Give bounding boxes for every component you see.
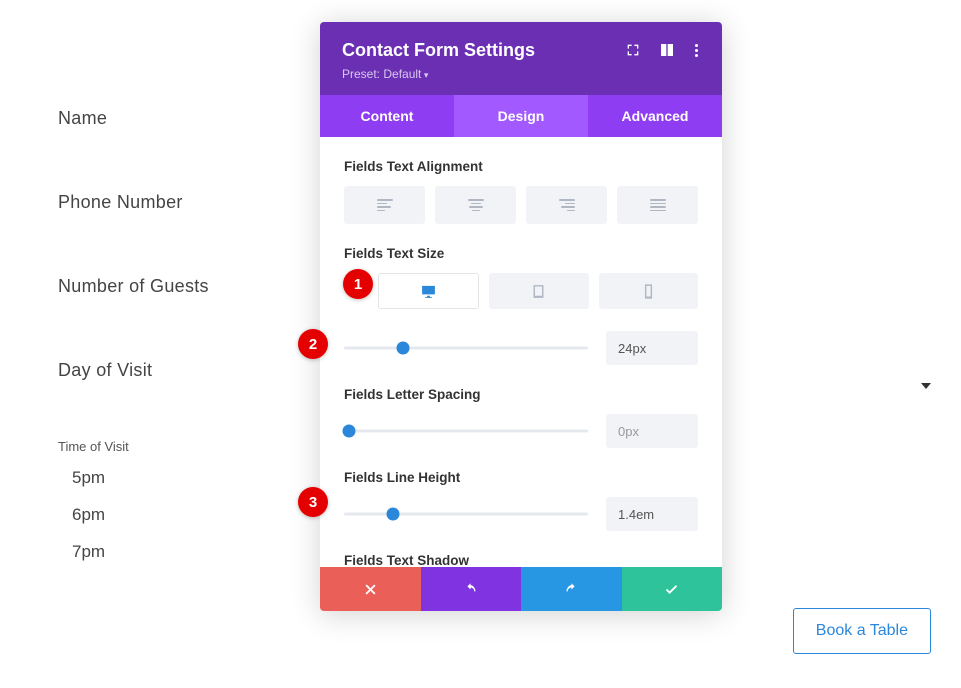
letter-spacing-input[interactable] <box>606 414 698 448</box>
phone-icon <box>640 283 657 300</box>
field-guests[interactable]: Number of Guests <box>58 276 298 297</box>
line-height-slider[interactable] <box>344 506 588 522</box>
align-center-button[interactable] <box>435 186 516 224</box>
line-height-label: Fields Line Height <box>344 470 698 485</box>
undo-icon <box>463 582 478 597</box>
undo-button[interactable] <box>421 567 522 611</box>
tab-content[interactable]: Content <box>320 95 454 137</box>
device-tablet-button[interactable] <box>489 273 588 309</box>
more-menu-icon[interactable] <box>693 42 700 59</box>
modal-footer <box>320 567 722 611</box>
time-of-visit-label: Time of Visit <box>58 439 298 454</box>
device-selector <box>378 273 698 309</box>
text-size-input[interactable] <box>606 331 698 365</box>
form-preview: Name Phone Number Number of Guests Day o… <box>58 108 298 579</box>
close-icon <box>363 582 378 597</box>
field-day[interactable]: Day of Visit <box>58 360 298 381</box>
tab-design[interactable]: Design <box>454 95 588 137</box>
annotation-badge-3: 3 <box>298 487 328 517</box>
expand-icon[interactable] <box>625 42 641 58</box>
line-height-input[interactable] <box>606 497 698 531</box>
check-icon <box>664 582 679 597</box>
tablet-icon <box>530 283 547 300</box>
annotation-badge-2: 2 <box>298 329 328 359</box>
alignment-options <box>344 186 698 224</box>
desktop-icon <box>420 283 437 300</box>
time-option[interactable]: 5pm <box>72 468 298 488</box>
dropdown-caret-icon[interactable] <box>921 383 931 389</box>
text-size-label: Fields Text Size <box>344 246 698 261</box>
time-option[interactable]: 7pm <box>72 542 298 562</box>
redo-button[interactable] <box>521 567 622 611</box>
settings-body: Fields Text Alignment Fields Text Size <box>320 137 722 567</box>
tab-advanced[interactable]: Advanced <box>588 95 722 137</box>
settings-modal: Contact Form Settings Preset: Default Co… <box>320 22 722 611</box>
modal-title: Contact Form Settings <box>342 40 535 61</box>
align-right-button[interactable] <box>526 186 607 224</box>
book-table-button[interactable]: Book a Table <box>793 608 931 654</box>
preset-dropdown[interactable]: Preset: Default <box>342 67 700 81</box>
modal-header: Contact Form Settings Preset: Default <box>320 22 722 95</box>
save-button[interactable] <box>622 567 723 611</box>
align-left-button[interactable] <box>344 186 425 224</box>
alignment-label: Fields Text Alignment <box>344 159 698 174</box>
text-shadow-label: Fields Text Shadow <box>344 553 698 568</box>
cancel-button[interactable] <box>320 567 421 611</box>
settings-tabs: Content Design Advanced <box>320 95 722 137</box>
time-option[interactable]: 6pm <box>72 505 298 525</box>
device-desktop-button[interactable] <box>378 273 479 309</box>
device-phone-button[interactable] <box>599 273 698 309</box>
letter-spacing-slider[interactable] <box>344 423 588 439</box>
redo-icon <box>564 582 579 597</box>
field-phone[interactable]: Phone Number <box>58 192 298 213</box>
align-justify-button[interactable] <box>617 186 698 224</box>
text-size-slider[interactable] <box>344 340 588 356</box>
annotation-badge-1: 1 <box>343 269 373 299</box>
columns-icon[interactable] <box>659 42 675 58</box>
letter-spacing-label: Fields Letter Spacing <box>344 387 698 402</box>
field-name[interactable]: Name <box>58 108 298 129</box>
